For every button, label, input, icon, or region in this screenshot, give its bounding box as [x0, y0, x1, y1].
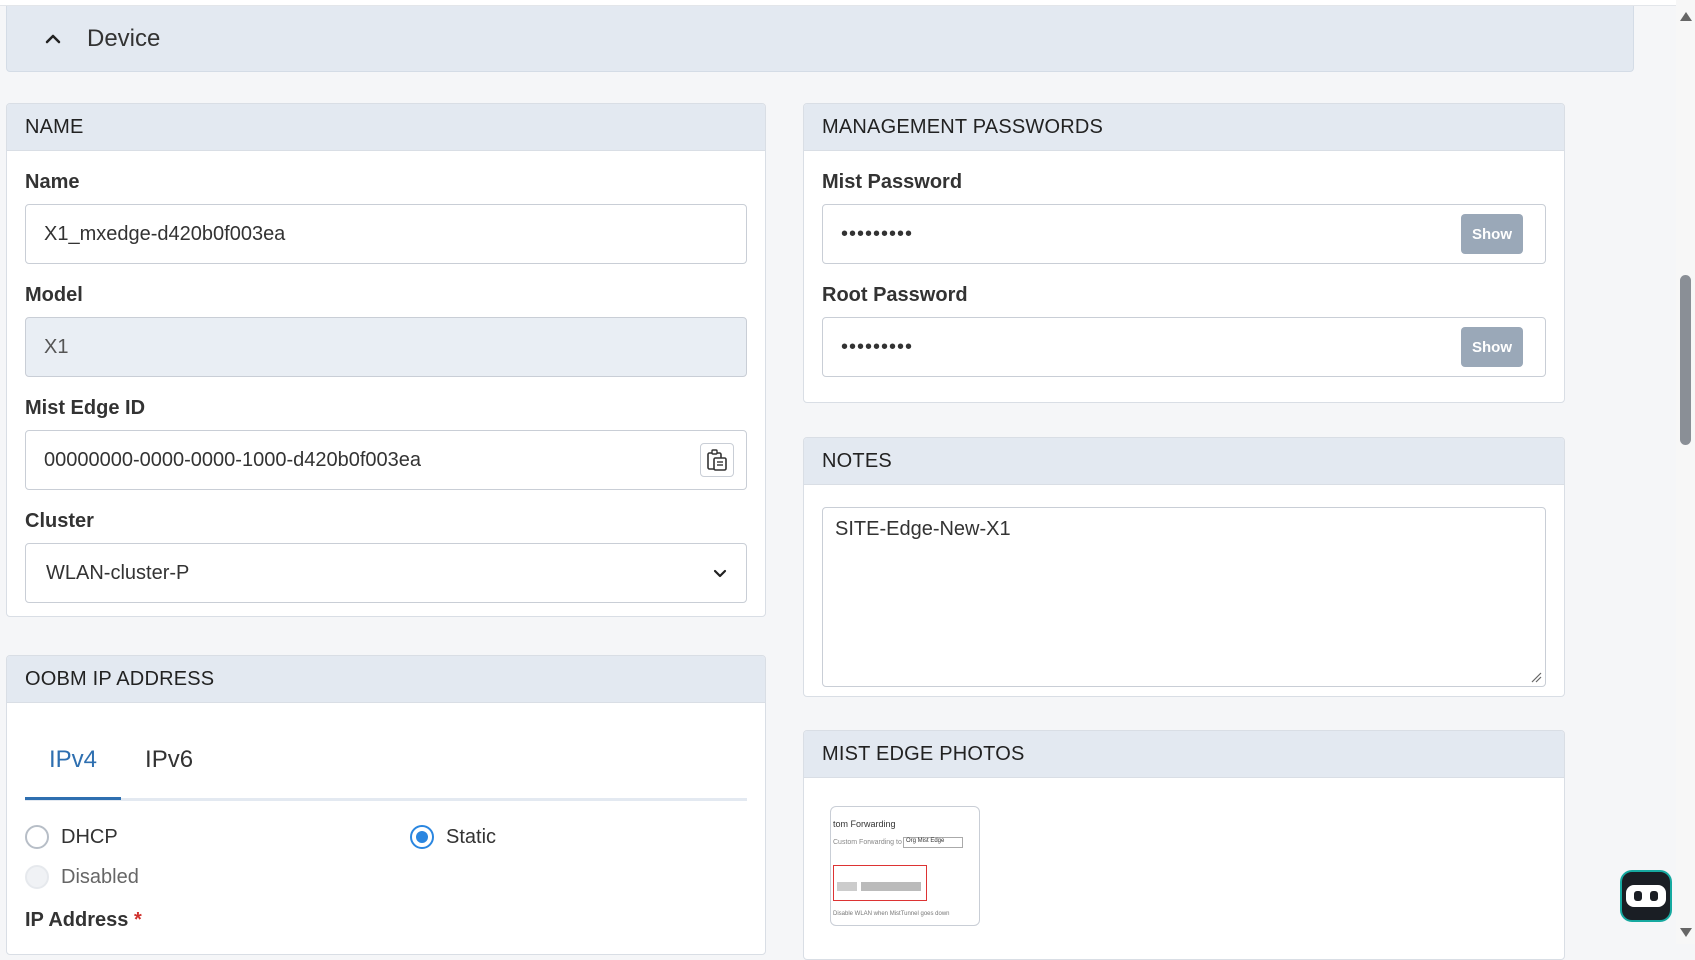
ip-address-label: IP Address * — [25, 909, 747, 932]
name-label: Name — [25, 171, 80, 193]
radio-static-option[interactable]: Static — [410, 825, 496, 849]
radio-disabled-label: Disabled — [61, 865, 139, 888]
scroll-down-icon[interactable] — [1680, 928, 1692, 937]
show-root-password-button[interactable]: Show — [1461, 327, 1523, 367]
mist-password-label: Mist Password — [822, 171, 963, 193]
cluster-value: WLAN-cluster-P — [46, 561, 190, 584]
edge-id-input: 00000000-0000-0000-1000-d420b0f003ea — [25, 430, 747, 490]
root-password-input[interactable]: ••••••••• Show — [822, 317, 1546, 377]
chatbot-icon — [1626, 885, 1666, 907]
section-title: Device — [87, 24, 161, 52]
root-password-label: Root Password — [822, 284, 968, 306]
chevron-down-icon — [713, 569, 727, 578]
chevron-up-icon[interactable] — [41, 27, 65, 51]
radio-static-label: Static — [446, 825, 497, 848]
mist-password-input[interactable]: ••••••••• Show — [822, 204, 1546, 264]
notes-card: NOTES SITE-Edge-New-X1 — [803, 437, 1565, 697]
page-scrollbar[interactable] — [1676, 0, 1695, 944]
photo-thumbnail[interactable]: tom Forwarding Custom Forwarding to Org … — [830, 806, 980, 926]
name-value: X1_mxedge-d420b0f003ea — [44, 222, 286, 245]
copy-icon — [707, 449, 727, 471]
thumb-line: Custom Forwarding to — [833, 839, 902, 846]
oobm-card: OOBM IP ADDRESS IPv4 IPv6 DHCP Static Di… — [6, 655, 766, 955]
edge-id-label: Mist Edge ID — [25, 397, 146, 419]
cluster-select[interactable]: WLAN-cluster-P — [25, 543, 747, 603]
passwords-card-header: MANAGEMENT PASSWORDS — [804, 104, 1564, 151]
name-card-header: NAME — [7, 104, 765, 151]
tab-ipv4[interactable]: IPv4 — [25, 723, 122, 800]
thumb-bottom: Disable WLAN when MistTunnel goes down — [833, 911, 950, 917]
notes-card-header: NOTES — [804, 438, 1564, 485]
notes-textarea[interactable]: SITE-Edge-New-X1 — [822, 507, 1546, 687]
resize-grip-icon[interactable] — [1530, 671, 1542, 683]
cluster-label: Cluster — [25, 510, 94, 532]
photos-card-header: MIST EDGE PHOTOS — [804, 731, 1564, 778]
ip-address-label-text: IP Address — [25, 909, 129, 931]
chatbot-button[interactable] — [1620, 870, 1672, 922]
ip-version-tabs: IPv4 IPv6 — [25, 721, 747, 801]
copy-button[interactable] — [700, 443, 734, 477]
passwords-card: MANAGEMENT PASSWORDS Mist Password •••••… — [803, 103, 1565, 403]
thumb-title: tom Forwarding — [833, 819, 896, 829]
oobm-card-header: OOBM IP ADDRESS — [7, 656, 765, 703]
required-mark: * — [133, 909, 142, 931]
scroll-up-icon[interactable] — [1680, 12, 1692, 21]
mist-password-value: ••••••••• — [841, 222, 914, 245]
radio-dhcp[interactable] — [25, 825, 49, 849]
root-password-value: ••••••••• — [841, 335, 914, 358]
radio-disabled — [25, 865, 49, 889]
thumb-select: Org Mist Edge — [903, 837, 963, 848]
model-value: X1 — [44, 335, 69, 358]
radio-disabled-option: Disabled — [25, 865, 747, 889]
model-input: X1 — [25, 317, 747, 377]
device-section-header[interactable]: Device — [6, 6, 1634, 72]
radio-static[interactable] — [410, 825, 434, 849]
thumb-btn-b — [861, 882, 921, 891]
radio-dhcp-label: DHCP — [61, 825, 118, 848]
tab-ipv6[interactable]: IPv6 — [121, 721, 217, 798]
photos-card: MIST EDGE PHOTOS tom Forwarding Custom F… — [803, 730, 1565, 960]
thumb-btn-a — [837, 882, 857, 891]
model-label: Model — [25, 284, 83, 306]
radio-dhcp-option[interactable]: DHCP — [25, 825, 410, 849]
scroll-thumb[interactable] — [1680, 275, 1691, 445]
edge-id-value: 00000000-0000-0000-1000-d420b0f003ea — [44, 448, 422, 471]
notes-value: SITE-Edge-New-X1 — [835, 518, 1011, 540]
name-input[interactable]: X1_mxedge-d420b0f003ea — [25, 204, 747, 264]
show-mist-password-button[interactable]: Show — [1461, 214, 1523, 254]
name-card: NAME Name X1_mxedge-d420b0f003ea Model X… — [6, 103, 766, 617]
